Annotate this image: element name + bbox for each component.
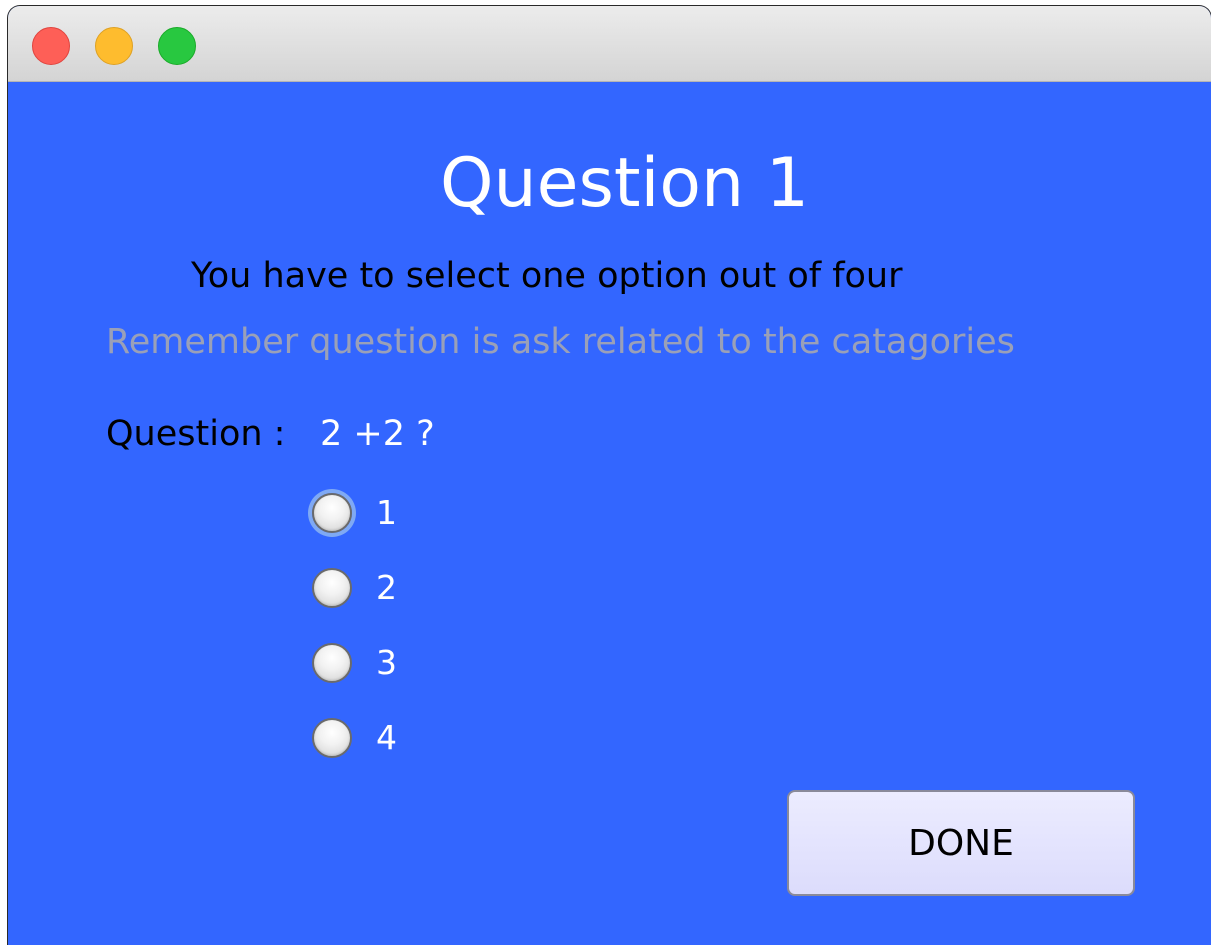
zoom-window-button[interactable] <box>158 27 196 65</box>
radio-button[interactable] <box>312 643 352 683</box>
done-button[interactable]: DONE <box>787 790 1135 896</box>
radio-button[interactable] <box>312 718 352 758</box>
option-label: 1 <box>376 493 397 532</box>
reminder-text: Remember question is ask related to the … <box>106 322 1015 362</box>
question-label: Question : <box>106 414 286 454</box>
option-label: 3 <box>376 643 397 682</box>
option-3[interactable]: 3 <box>312 638 397 688</box>
question-text: 2 +2 ? <box>320 414 435 454</box>
page-title: Question 1 <box>439 144 810 223</box>
minimize-window-button[interactable] <box>95 27 133 65</box>
radio-button[interactable] <box>312 493 352 533</box>
app-window: Question 1 You have to select one option… <box>8 6 1211 945</box>
option-4[interactable]: 4 <box>312 713 397 763</box>
title-bar <box>8 6 1211 82</box>
option-label: 4 <box>376 718 397 757</box>
option-1[interactable]: 1 <box>312 488 397 538</box>
option-2[interactable]: 2 <box>312 563 397 613</box>
quiz-panel: Question 1 You have to select one option… <box>8 82 1211 945</box>
option-label: 2 <box>376 568 397 607</box>
radio-button[interactable] <box>312 568 352 608</box>
instruction-text: You have to select one option out of fou… <box>191 256 903 296</box>
close-window-button[interactable] <box>32 27 70 65</box>
